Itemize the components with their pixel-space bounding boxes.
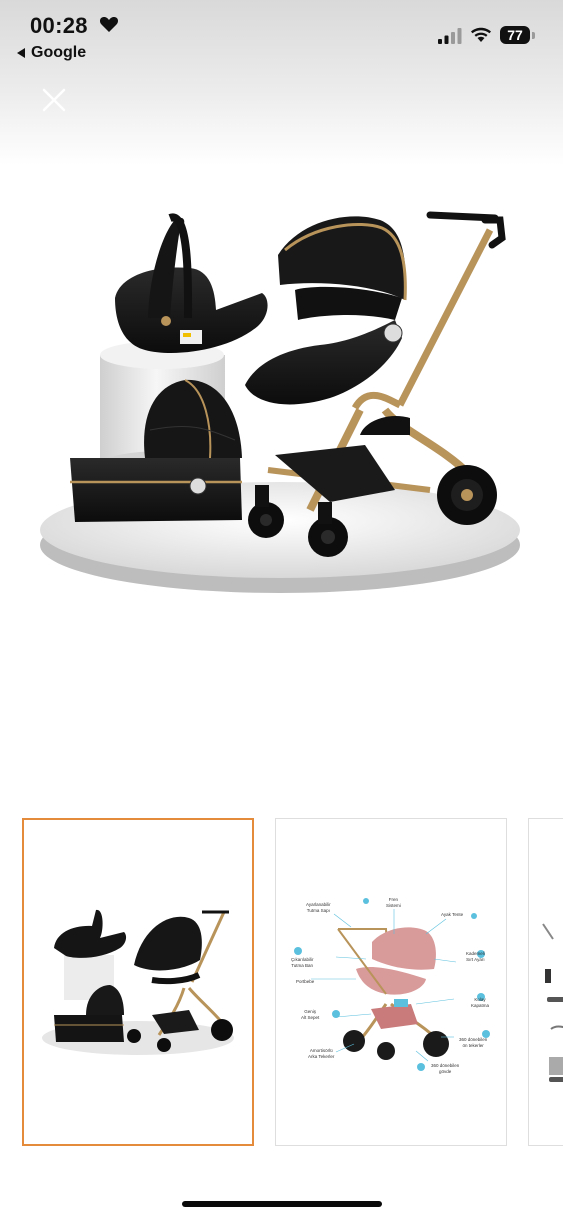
feature-label: Fren Sistemi: [386, 897, 401, 908]
home-indicator: [182, 1201, 382, 1207]
thumbnail-3[interactable]: [528, 818, 563, 1146]
thumbnail-1[interactable]: [22, 818, 254, 1146]
close-icon[interactable]: [40, 86, 68, 114]
product-main-image[interactable]: [30, 190, 540, 610]
feature-label: Ayak Tente: [441, 912, 464, 917]
feature-label: 360 dönebilen gövde: [431, 1063, 460, 1074]
back-arrow-icon: [17, 48, 25, 58]
feature-label: Kolay Kapatma: [471, 997, 490, 1008]
feature-label: Kademeli Sırt Ayarı: [466, 951, 485, 962]
rear-wheel: [437, 465, 497, 525]
battery-tip: [532, 32, 535, 39]
status-time: 00:28: [30, 13, 88, 38]
battery-indicator: 77: [500, 26, 530, 44]
thumbnail-3-image: [542, 923, 563, 1082]
status-bar: 00:28 Google 77: [0, 0, 563, 72]
thumbnail-strip: Ayarlanabilir Tutma Sapı Fren Sistemi Ayak…: [0, 818, 563, 1150]
back-app-label: Google: [31, 44, 87, 61]
feature-label: Amortisörlü Arka Tekerler: [308, 1048, 335, 1059]
thumbnail-1-image: [42, 909, 234, 1055]
feature-label: Çıkarılabilir Tutma Barı: [291, 957, 314, 968]
wifi-icon: [471, 27, 491, 42]
feature-label: Geniş Alt Sepet: [301, 1009, 320, 1020]
feature-label: 360 dönebilen ön tekerler: [459, 1037, 488, 1048]
cellular-signal-icon: [438, 28, 462, 44]
back-to-google-link[interactable]: Google: [17, 44, 86, 62]
thumbnail-2[interactable]: Ayarlanabilir Tutma Sapı Fren Sistemi Ayak…: [275, 818, 507, 1146]
heart-icon: [99, 16, 119, 32]
feature-label: Portbebe: [296, 979, 315, 984]
feature-label: Ayarlanabilir Tutma Sapı: [306, 902, 331, 913]
